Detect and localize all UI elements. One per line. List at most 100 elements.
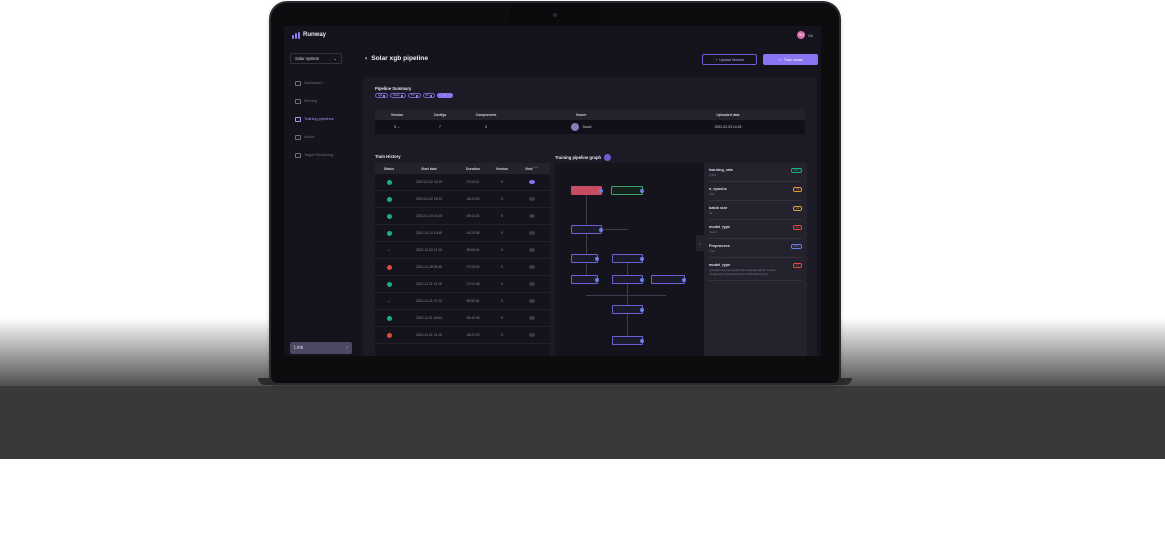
view-cell bbox=[513, 214, 550, 218]
table-row[interactable]: ·+· 2021-12-02 11:13 05:52:24 5 bbox=[375, 242, 550, 259]
eye-icon[interactable] bbox=[528, 180, 535, 184]
app-logo[interactable]: Runway bbox=[292, 31, 326, 39]
user-menu[interactable]: SN Kk bbox=[797, 31, 813, 39]
eye-icon[interactable] bbox=[528, 214, 535, 218]
eye-icon[interactable] bbox=[528, 316, 535, 320]
success-icon bbox=[386, 196, 392, 202]
version: 5 bbox=[501, 299, 503, 303]
status-cell bbox=[375, 213, 403, 219]
sidebar-item-serving[interactable]: Serving bbox=[290, 92, 356, 110]
tag-chip[interactable]: xgb bbox=[375, 93, 389, 98]
table-row[interactable]: 2022-01-10 16:15 08:43:24 5 bbox=[375, 208, 550, 225]
chevron-right-icon: › bbox=[699, 240, 701, 246]
eye-icon[interactable] bbox=[528, 282, 535, 286]
sidebar-item-training-pipelines[interactable]: Training pipelines bbox=[290, 110, 356, 128]
version: 5 bbox=[501, 248, 503, 252]
column-header: Start date bbox=[421, 166, 437, 171]
table-row[interactable]: ·+· 2021-11-21 07:12 06:52:31 5 bbox=[375, 293, 550, 310]
eye-icon[interactable] bbox=[528, 265, 535, 269]
eye-icon[interactable] bbox=[528, 231, 535, 235]
table-row[interactable]: 2022-01-22 15:23 05:21:00 5 bbox=[375, 191, 550, 208]
status-cell bbox=[375, 332, 403, 338]
table-row[interactable]: 2021-11-28 05:45 07:05:23 5 bbox=[375, 259, 550, 276]
link-button-label: Link bbox=[294, 345, 304, 351]
version-select[interactable]: 5 ⌄ bbox=[375, 125, 419, 129]
duration: 05:21:00 bbox=[466, 197, 480, 201]
eye-icon[interactable] bbox=[528, 333, 535, 337]
graph-node[interactable] bbox=[651, 275, 686, 284]
sidebar-item-dashboard[interactable]: Dashboard bbox=[290, 74, 356, 92]
version-value: 5 bbox=[394, 125, 397, 129]
eye-icon[interactable] bbox=[528, 299, 535, 303]
column-header: Configs bbox=[433, 112, 447, 117]
graph-node[interactable] bbox=[571, 225, 603, 234]
parameter-value: "tests" bbox=[709, 230, 718, 234]
pipeline-content: Pipeline Summary xgb beam ITY 12 + Versi… bbox=[363, 77, 817, 356]
duration: 05:21:23 bbox=[466, 333, 480, 337]
components-value: 3 bbox=[485, 125, 487, 129]
link-button[interactable]: Link › bbox=[290, 342, 352, 354]
column-header: Components bbox=[475, 112, 497, 117]
back-icon[interactable]: ‹ bbox=[365, 55, 367, 62]
view-cell bbox=[513, 248, 550, 252]
summary-table-header: Version Configs Components Owner Uploade… bbox=[375, 109, 805, 120]
graph-node[interactable] bbox=[612, 336, 644, 345]
graph-node[interactable] bbox=[612, 305, 644, 314]
train-icon: ⚇ bbox=[778, 57, 782, 62]
graph-node[interactable] bbox=[612, 254, 644, 263]
parameter-value: "postgresql+psycopg2://devicekeeper@db.r… bbox=[709, 268, 777, 276]
chevron-right-icon: › bbox=[346, 345, 348, 351]
column-header: Uploaded date bbox=[716, 112, 740, 117]
parameter-item: Preprocess True bool bbox=[709, 239, 802, 258]
train-model-button[interactable]: ⚇ Train model bbox=[763, 54, 818, 65]
tag-chip[interactable]: beam bbox=[390, 93, 406, 98]
sidebar-item-target-monitoring[interactable]: Target Monitoring bbox=[290, 146, 356, 164]
parameters-panel: learning_rate 0.001 float n_epochs 100 int bat… bbox=[704, 163, 807, 356]
sidebar-item-model[interactable]: Model bbox=[290, 128, 356, 146]
tag-chip[interactable]: ITY bbox=[407, 93, 421, 98]
graph-node[interactable] bbox=[571, 254, 599, 263]
upload-version-button[interactable]: + Upload Version bbox=[702, 54, 757, 65]
project-select[interactable]: Solar system ⌄ bbox=[290, 53, 342, 64]
scene: Runway SN Kk Solar system ⌄ Dashboard Se… bbox=[0, 0, 1165, 536]
status-cell bbox=[375, 179, 403, 185]
chip-dot-icon bbox=[383, 94, 386, 97]
add-tag-chip[interactable]: + bbox=[436, 93, 453, 98]
main-panel: ‹ Solar xgb pipeline + Upload Version ⚇ … bbox=[359, 44, 821, 356]
graph-node[interactable] bbox=[611, 186, 644, 195]
tag-chip[interactable]: 12 bbox=[422, 93, 435, 98]
table-row[interactable]: 2021-11-01 14:15 05:21:23 5 bbox=[375, 327, 550, 344]
column-header: Status bbox=[383, 166, 395, 171]
graph-edge bbox=[586, 195, 587, 225]
parameter-name: batch size bbox=[709, 206, 728, 210]
version: 5 bbox=[501, 265, 503, 269]
view-cell bbox=[513, 231, 550, 235]
sidebar-item-label: Dashboard bbox=[304, 81, 323, 85]
eye-icon[interactable] bbox=[528, 197, 535, 201]
table-row[interactable]: 2021-11-01 18:54 05:42:35 5 bbox=[375, 310, 550, 327]
column-header: Version bbox=[495, 166, 509, 171]
eye-icon[interactable] bbox=[528, 248, 535, 252]
monitor-icon bbox=[295, 152, 301, 158]
version: 5 bbox=[501, 231, 503, 235]
graph-node[interactable] bbox=[571, 186, 603, 195]
table-row[interactable]: 2021-12-14 13:45 04:23:08 5 bbox=[375, 225, 550, 242]
panel-toggle-button[interactable]: › bbox=[696, 235, 704, 251]
table-row[interactable]: 2021-11-21 14:15 07:01:08 5 bbox=[375, 276, 550, 293]
success-icon bbox=[386, 230, 392, 236]
start-date: 2022-02-02 14:15 bbox=[415, 180, 443, 184]
top-bar: Runway SN Kk bbox=[284, 26, 821, 44]
graph-node[interactable] bbox=[612, 275, 644, 284]
status-cell bbox=[375, 196, 403, 202]
serving-icon bbox=[295, 98, 301, 104]
start-date: 2021-11-28 05:45 bbox=[416, 265, 442, 269]
chip-label: ITY bbox=[410, 94, 415, 97]
graph-node[interactable] bbox=[571, 275, 599, 284]
table-row[interactable]: 2022-02-02 14:15 07:04:21 5 bbox=[375, 174, 550, 191]
type-badge: str bbox=[793, 225, 802, 230]
info-icon[interactable] bbox=[604, 154, 612, 161]
duration: 07:05:23 bbox=[466, 265, 480, 269]
status-cell bbox=[375, 264, 403, 270]
sidebar-item-label: Serving bbox=[304, 99, 317, 103]
graph-title: Training pipeline graph bbox=[555, 154, 612, 161]
